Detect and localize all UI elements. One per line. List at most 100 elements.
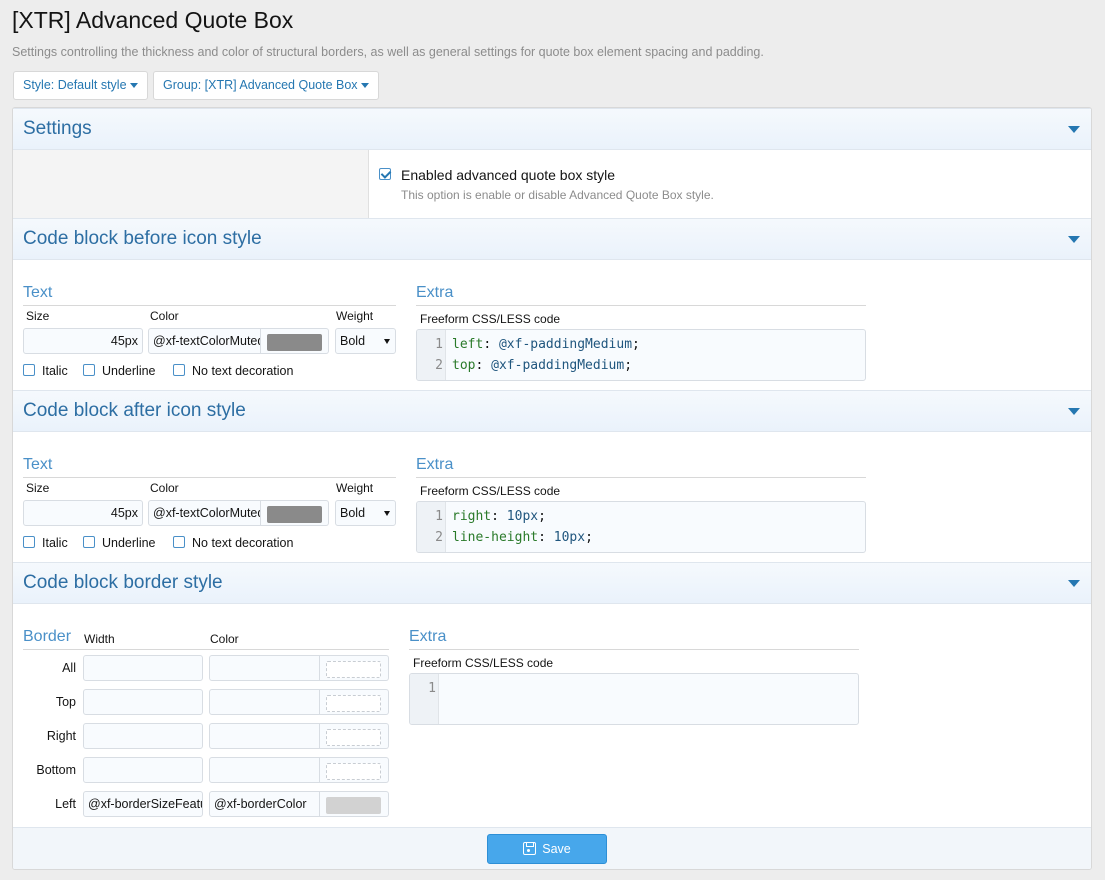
section-title: Code block after icon style xyxy=(23,400,246,421)
divider xyxy=(23,305,396,306)
code-line: right: 10px; xyxy=(452,509,546,524)
italic-checkbox[interactable] xyxy=(23,364,35,376)
weight-label: Weight xyxy=(336,309,374,323)
underline-label[interactable]: Underline xyxy=(102,364,156,378)
border-color-right-input[interactable] xyxy=(209,723,320,749)
no-decoration-checkbox[interactable] xyxy=(173,364,185,376)
color-picker[interactable] xyxy=(261,500,329,526)
font-weight-select[interactable]: Bold xyxy=(335,500,396,526)
section-header-after-icon[interactable]: Code block after icon style xyxy=(13,390,1091,432)
border-width-top-input[interactable] xyxy=(83,689,203,715)
form-footer: Save xyxy=(13,827,1091,869)
weight-label: Weight xyxy=(336,481,374,495)
section-header-border[interactable]: Code block border style xyxy=(13,562,1091,604)
chevron-down-icon xyxy=(360,83,369,89)
line-number: 2 xyxy=(435,530,443,545)
color-swatch xyxy=(326,695,381,712)
section-header-before-icon[interactable]: Code block before icon style xyxy=(13,218,1091,260)
border-color-top-input[interactable] xyxy=(209,689,320,715)
font-weight-value: Bold xyxy=(340,334,366,348)
group-filter-label: Group: [XTR] Advanced Quote Box xyxy=(163,78,358,92)
css-code-editor[interactable]: 1 2 right: 10px; line-height: 10px; xyxy=(416,501,866,553)
color-swatch xyxy=(326,729,381,746)
border-color-left-input[interactable]: @xf-borderColor xyxy=(209,791,320,817)
border-color-left-picker[interactable] xyxy=(320,791,389,817)
italic-label[interactable]: Italic xyxy=(42,364,68,378)
code-line: line-height: 10px; xyxy=(452,530,593,545)
size-label: Size xyxy=(26,309,50,323)
style-filter-label: Style: Default style xyxy=(23,78,127,92)
color-swatch xyxy=(326,661,381,678)
chevron-down-icon xyxy=(384,339,390,344)
css-code-editor[interactable]: 1 xyxy=(409,673,859,725)
settings-label-column xyxy=(13,150,369,218)
font-weight-select[interactable]: Bold xyxy=(335,328,396,354)
color-swatch xyxy=(326,763,381,780)
line-number: 2 xyxy=(435,358,443,373)
page-title: [XTR] Advanced Quote Box xyxy=(12,7,294,33)
italic-label[interactable]: Italic xyxy=(42,536,68,550)
color-label: Color xyxy=(150,309,179,323)
color-swatch xyxy=(326,797,381,814)
chevron-down-icon[interactable] xyxy=(1068,236,1080,243)
border-color-bottom-input[interactable] xyxy=(209,757,320,783)
style-filter-button[interactable]: Style: Default style xyxy=(13,71,148,100)
color-input[interactable]: @xf-textColorMuted xyxy=(148,500,261,526)
divider xyxy=(409,649,859,650)
size-label: Size xyxy=(26,481,50,495)
extra-heading: Extra xyxy=(416,284,454,301)
chevron-down-icon[interactable] xyxy=(1068,408,1080,415)
color-swatch xyxy=(267,506,322,523)
extra-heading: Extra xyxy=(409,628,447,645)
border-width-bottom-input[interactable] xyxy=(83,757,203,783)
enable-advanced-quote-hint: This option is enable or disable Advance… xyxy=(401,188,714,202)
css-code-editor[interactable]: 1 2 left: @xf-paddingMedium; top: @xf-pa… xyxy=(416,329,866,381)
border-color-bottom-picker[interactable] xyxy=(320,757,389,783)
underline-checkbox[interactable] xyxy=(83,536,95,548)
section-title: Code block border style xyxy=(23,572,223,593)
save-icon xyxy=(523,842,537,855)
divider xyxy=(23,649,389,650)
chevron-down-icon[interactable] xyxy=(1068,126,1080,133)
section-header-settings[interactable]: Settings xyxy=(13,108,1091,150)
chevron-down-icon xyxy=(384,511,390,516)
border-color-all-input[interactable] xyxy=(209,655,320,681)
border-color-all-picker[interactable] xyxy=(320,655,389,681)
code-line: left: @xf-paddingMedium; xyxy=(452,337,640,352)
group-filter-button[interactable]: Group: [XTR] Advanced Quote Box xyxy=(153,71,379,100)
border-row-label-bottom: Bottom xyxy=(36,763,76,777)
italic-checkbox[interactable] xyxy=(23,536,35,548)
border-color-top-picker[interactable] xyxy=(320,689,389,715)
color-input[interactable]: @xf-textColorMuted xyxy=(148,328,261,354)
chevron-down-icon[interactable] xyxy=(1068,580,1080,587)
font-size-input[interactable]: 45px xyxy=(23,328,143,354)
enable-advanced-quote-checkbox[interactable] xyxy=(379,168,391,180)
page-description: Settings controlling the thickness and c… xyxy=(12,45,764,59)
extra-heading: Extra xyxy=(416,456,454,473)
underline-checkbox[interactable] xyxy=(83,364,95,376)
border-width-all-input[interactable] xyxy=(83,655,203,681)
divider xyxy=(416,477,866,478)
enable-advanced-quote-label[interactable]: Enabled advanced quote box style xyxy=(401,167,615,183)
border-width-left-input[interactable]: @xf-borderSizeFeature xyxy=(83,791,203,817)
border-color-right-picker[interactable] xyxy=(320,723,389,749)
border-row-label-left: Left xyxy=(55,797,76,811)
save-button[interactable]: Save xyxy=(487,834,607,864)
save-label: Save xyxy=(542,842,571,856)
no-decoration-checkbox[interactable] xyxy=(173,536,185,548)
border-row-label-right: Right xyxy=(46,729,76,743)
no-decoration-label[interactable]: No text decoration xyxy=(192,536,293,550)
text-heading: Text xyxy=(23,284,53,301)
no-decoration-label[interactable]: No text decoration xyxy=(192,364,293,378)
underline-label[interactable]: Underline xyxy=(102,536,156,550)
border-row-label-all: All xyxy=(62,661,76,675)
code-label: Freeform CSS/LESS code xyxy=(413,656,554,670)
line-number: 1 xyxy=(435,509,443,524)
color-swatch xyxy=(267,334,322,351)
font-weight-value: Bold xyxy=(340,506,366,520)
style-properties-block: Settings Enabled advanced quote box styl… xyxy=(12,107,1092,870)
chevron-down-icon xyxy=(129,83,138,89)
color-picker[interactable] xyxy=(261,328,329,354)
font-size-input[interactable]: 45px xyxy=(23,500,143,526)
border-width-right-input[interactable] xyxy=(83,723,203,749)
